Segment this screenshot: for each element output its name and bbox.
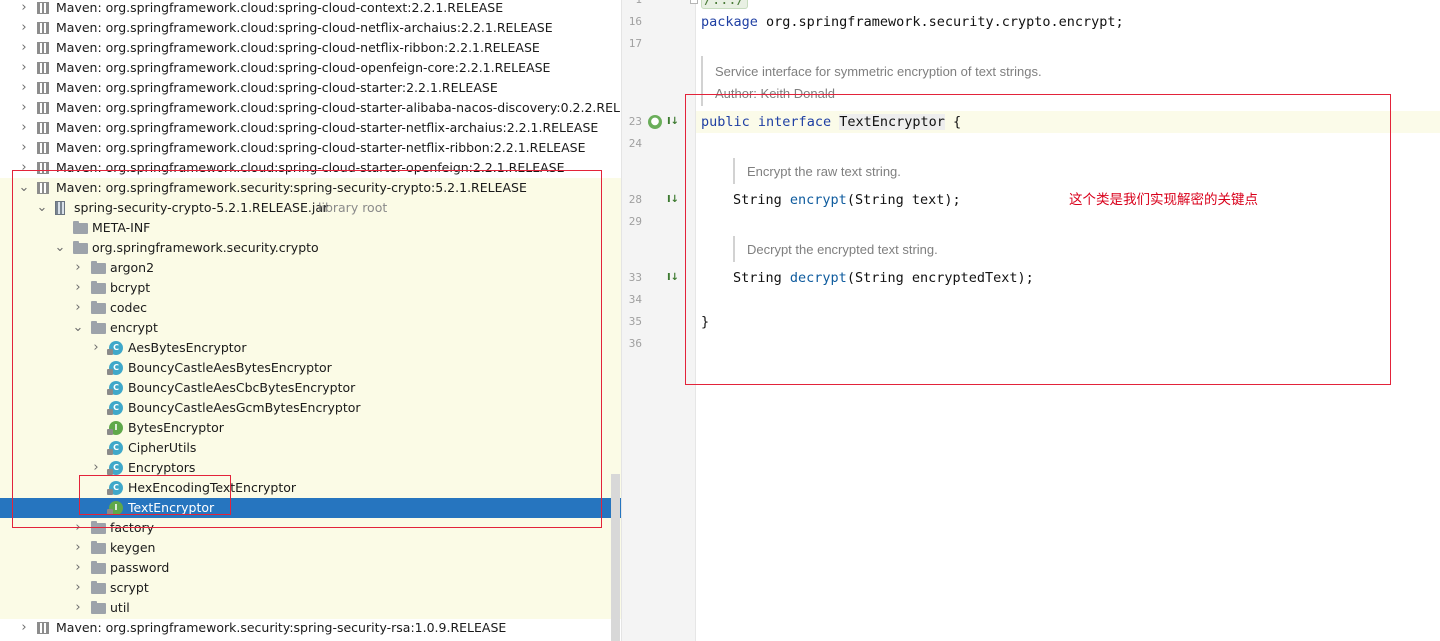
line-number: 29 bbox=[628, 215, 642, 228]
tree-row[interactable]: › Maven: org.springframework.cloud:spring… bbox=[0, 118, 621, 138]
line-number: 36 bbox=[628, 337, 642, 350]
bean-icon[interactable]: ● bbox=[648, 115, 662, 129]
expand-arrow-icon[interactable]: › bbox=[18, 0, 30, 18]
expand-arrow-icon[interactable]: › bbox=[72, 578, 84, 598]
expand-arrow-icon[interactable]: › bbox=[18, 78, 30, 98]
library-icon bbox=[37, 22, 49, 34]
tree-row[interactable]: › Maven: org.springframework.security:spr… bbox=[0, 618, 621, 638]
tree-row[interactable]: › Maven: org.springframework.cloud:spring… bbox=[0, 38, 621, 58]
doc-comment: Service interface for symmetric encrypti… bbox=[715, 64, 1042, 79]
library-icon bbox=[37, 142, 49, 154]
expand-arrow-icon[interactable]: › bbox=[18, 38, 30, 58]
tree-scrollbar[interactable] bbox=[611, 474, 620, 641]
expand-arrow-icon[interactable]: › bbox=[18, 618, 30, 638]
package-name: org.springframework.security.crypto.encr… bbox=[757, 14, 1124, 30]
line-number: 17 bbox=[628, 37, 642, 50]
line-number: 1 bbox=[622, 0, 642, 11]
line-number: 34 bbox=[628, 293, 642, 306]
library-icon bbox=[37, 42, 49, 54]
library-icon bbox=[37, 122, 49, 134]
expand-arrow-icon[interactable]: › bbox=[18, 58, 30, 78]
tree-row-label: Maven: org.springframework.cloud:spring-… bbox=[56, 20, 553, 35]
library-icon bbox=[37, 102, 49, 114]
tree-row-label: password bbox=[110, 560, 170, 575]
line-number: 24 bbox=[628, 137, 642, 150]
expand-arrow-icon[interactable]: › bbox=[18, 138, 30, 158]
highlight-box-code bbox=[685, 94, 1391, 385]
expand-arrow-icon[interactable]: › bbox=[18, 18, 30, 38]
tree-row[interactable]: › util bbox=[0, 598, 621, 618]
highlight-box-selected bbox=[79, 475, 231, 515]
expand-arrow-icon[interactable]: › bbox=[18, 98, 30, 118]
package-folder-icon bbox=[91, 541, 106, 554]
tree-row-label: Maven: org.springframework.cloud:spring-… bbox=[56, 80, 498, 95]
implemented-icon[interactable]: I↓ bbox=[666, 193, 680, 207]
tree-row[interactable]: › password bbox=[0, 558, 621, 578]
tree-row-label: util bbox=[110, 600, 130, 615]
tree-row-label: Maven: org.springframework.cloud:spring-… bbox=[56, 40, 540, 55]
implemented-icon[interactable]: I↓ bbox=[666, 271, 680, 285]
tree-row[interactable]: › Maven: org.springframework.cloud:spring… bbox=[0, 78, 621, 98]
tree-row[interactable]: › Maven: org.springframework.cloud:spring… bbox=[0, 18, 621, 38]
package-folder-icon bbox=[91, 561, 106, 574]
tree-row[interactable]: › Maven: org.springframework.cloud:spring… bbox=[0, 98, 621, 118]
folded-region[interactable]: /.../ bbox=[701, 0, 748, 9]
tree-row[interactable]: › Maven: org.springframework.cloud:spring… bbox=[0, 138, 621, 158]
tree-row-label: Maven: org.springframework.cloud:spring-… bbox=[56, 60, 551, 75]
library-icon bbox=[37, 62, 49, 74]
tree-row[interactable]: › scrypt bbox=[0, 578, 621, 598]
line-number: 23 bbox=[628, 115, 642, 128]
expand-arrow-icon[interactable]: › bbox=[72, 558, 84, 578]
library-icon bbox=[37, 2, 49, 14]
package-folder-icon bbox=[91, 601, 106, 614]
library-icon bbox=[37, 82, 49, 94]
folded-imports[interactable]: /.../ bbox=[701, 0, 748, 11]
line-number: 28 bbox=[628, 193, 642, 206]
line-number: 16 bbox=[628, 15, 642, 28]
line-number: 35 bbox=[628, 315, 642, 328]
tree-row[interactable]: › Maven: org.springframework.cloud:spring… bbox=[0, 58, 621, 78]
tree-row-label: Maven: org.springframework.cloud:spring-… bbox=[56, 100, 621, 115]
implemented-icon[interactable]: I↓ bbox=[666, 115, 680, 129]
tree-row-label: scrypt bbox=[110, 580, 149, 595]
keyword: package bbox=[701, 14, 758, 30]
library-icon bbox=[37, 622, 49, 634]
expand-arrow-icon[interactable]: › bbox=[72, 598, 84, 618]
tree-row[interactable]: › Maven: org.springframework.cloud:spring… bbox=[0, 0, 621, 18]
tree-row-label: Maven: org.springframework.security:spri… bbox=[56, 620, 507, 635]
tree-row[interactable]: › keygen bbox=[0, 538, 621, 558]
tree-row-label: Maven: org.springframework.cloud:spring-… bbox=[56, 140, 586, 155]
code-line-package: package org.springframework.security.cry… bbox=[701, 11, 1124, 33]
fold-toggle-icon[interactable] bbox=[690, 0, 698, 4]
tree-row-label: Maven: org.springframework.cloud:spring-… bbox=[56, 0, 504, 15]
tree-row-label: Maven: org.springframework.cloud:spring-… bbox=[56, 120, 599, 135]
package-folder-icon bbox=[91, 581, 106, 594]
expand-arrow-icon[interactable]: › bbox=[18, 118, 30, 138]
tree-row-label: keygen bbox=[110, 540, 156, 555]
expand-arrow-icon[interactable]: › bbox=[72, 538, 84, 558]
line-number: 33 bbox=[628, 271, 642, 284]
